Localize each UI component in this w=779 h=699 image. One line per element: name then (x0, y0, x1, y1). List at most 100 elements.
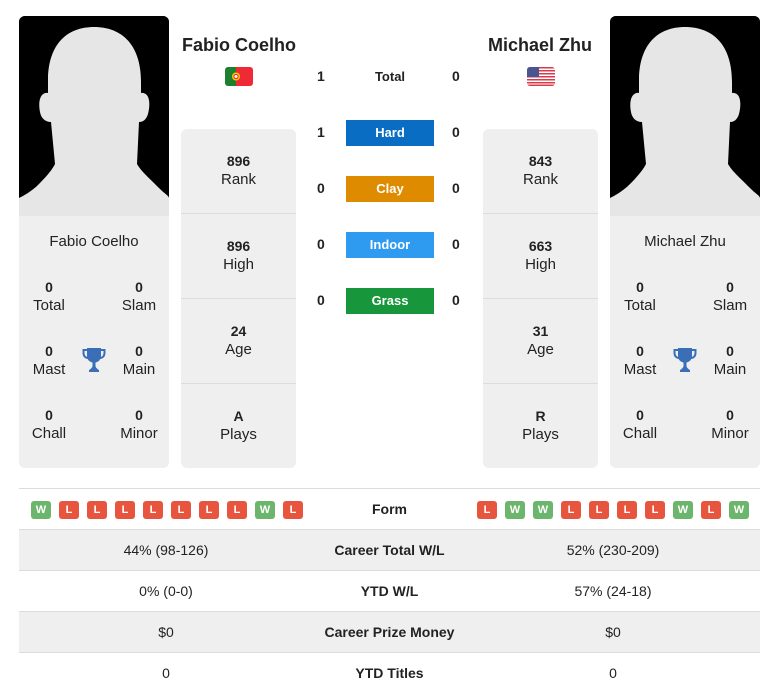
form-win-badge[interactable]: W (729, 501, 749, 519)
titles-chall-left: 0 Chall (19, 406, 79, 444)
form-loss-badge[interactable]: L (589, 501, 609, 519)
stat-high-left: 896 High (181, 214, 296, 299)
form-loss-badge[interactable]: L (199, 501, 219, 519)
titles-chall-label: Chall (622, 425, 658, 442)
form-loss-badge[interactable]: L (87, 501, 107, 519)
stat-rank-label: Rank (522, 171, 559, 188)
stats-card-right: 843 Rank 663 High 31 Age R Plays (483, 129, 598, 468)
career-wl-left: 44% (98-126) (123, 542, 209, 558)
player-name-right[interactable]: Michael Zhu (460, 35, 620, 56)
titles-minor-value: 0 (726, 407, 734, 423)
form-loss-badge[interactable]: L (645, 501, 665, 519)
form-loss-badge[interactable]: L (701, 501, 721, 519)
stat-high-value: 663 (528, 238, 553, 254)
h2h-indoor-left: 0 (317, 236, 325, 252)
stat-rank-label: Rank (220, 171, 257, 188)
ytd-wl-left: 0% (0-0) (139, 583, 193, 599)
titles-minor-value: 0 (135, 407, 143, 423)
table-row: 0 YTD Titles 0 (19, 652, 760, 693)
form-win-badge[interactable]: W (673, 501, 693, 519)
titles-slam-value: 0 (135, 279, 143, 295)
stat-rank-right: 843 Rank (483, 129, 598, 214)
titles-total-label: Total (33, 297, 65, 314)
form-win-badge[interactable]: W (255, 501, 275, 519)
form-loss-badge[interactable]: L (561, 501, 581, 519)
usa-flag-icon (527, 67, 555, 86)
titles-mast-left: 0 Mast (19, 342, 79, 380)
form-loss-badge[interactable]: L (171, 501, 191, 519)
ytd-wl-label: YTD W/L (360, 583, 419, 599)
table-row: $0 Career Prize Money $0 (19, 611, 760, 652)
titles-slam-left: 0 Slam (109, 278, 169, 316)
h2h-hard-right: 0 (452, 124, 460, 140)
titles-minor-right: 0 Minor (700, 406, 760, 444)
h2h-clay-left: 0 (317, 180, 325, 196)
stat-age-value: 31 (532, 323, 549, 339)
h2h-clay-right: 0 (452, 180, 460, 196)
titles-total-value: 0 (636, 279, 644, 295)
h2h-grass-left: 0 (317, 292, 325, 308)
silhouette-icon (610, 16, 760, 216)
form-loss-badge[interactable]: L (477, 501, 497, 519)
ytd-titles-left: 0 (162, 665, 170, 681)
stat-rank-value: 896 (226, 153, 251, 169)
titles-slam-label: Slam (121, 297, 157, 314)
player-photo-right (610, 16, 760, 216)
career-wl-label: Career Total W/L (334, 542, 445, 558)
form-loss-badge[interactable]: L (283, 501, 303, 519)
comparison-table: WLLLLLLLWL Form LWWLLLLWLW 44% (98-126) … (19, 488, 760, 693)
form-win-badge[interactable]: W (505, 501, 525, 519)
titles-main-label: Main (713, 361, 747, 378)
titles-chall-right: 0 Chall (610, 406, 670, 444)
form-loss-badge[interactable]: L (143, 501, 163, 519)
h2h-indoor-right: 0 (452, 236, 460, 252)
form-win-badge[interactable]: W (31, 501, 51, 519)
table-row: 44% (98-126) Career Total W/L 52% (230-2… (19, 529, 760, 570)
titles-minor-label: Minor (711, 425, 749, 442)
form-row: WLLLLLLLWL Form LWWLLLLWLW (19, 488, 760, 529)
titles-main-value: 0 (726, 343, 734, 359)
form-loss-badge[interactable]: L (617, 501, 637, 519)
h2h-indoor-row: 0 Indoor 0 (305, 232, 475, 258)
titles-mast-right: 0 Mast (610, 342, 670, 380)
form-loss-badge[interactable]: L (115, 501, 135, 519)
stat-plays-label: Plays (522, 426, 559, 443)
titles-main-left: 0 Main (109, 342, 169, 380)
stat-age-value: 24 (230, 323, 247, 339)
form-label: Form (372, 501, 407, 517)
titles-main-right: 0 Main (700, 342, 760, 380)
h2h-hard-left: 1 (317, 124, 325, 140)
stat-plays-right: R Plays (483, 384, 598, 469)
form-loss-badge[interactable]: L (59, 501, 79, 519)
h2h-clay-row: 0 Clay 0 (305, 176, 475, 202)
surface-hard-badge[interactable]: Hard (346, 120, 434, 146)
titles-total-label: Total (624, 297, 656, 314)
titles-total-value: 0 (45, 279, 53, 295)
form-loss-badge[interactable]: L (227, 501, 247, 519)
titles-chall-value: 0 (636, 407, 644, 423)
titles-total-left: 0 Total (19, 278, 79, 316)
silhouette-icon (19, 16, 169, 216)
titles-chall-label: Chall (31, 425, 67, 442)
h2h-total-left: 1 (317, 68, 325, 84)
trophy-icon (82, 348, 106, 372)
surface-clay-badge[interactable]: Clay (346, 176, 434, 202)
ytd-wl-right: 57% (24-18) (574, 583, 652, 599)
trophy-icon (673, 348, 697, 372)
titles-chall-value: 0 (45, 407, 53, 423)
stat-high-right: 663 High (483, 214, 598, 299)
form-badges-right: LWWLLLLWLW (477, 501, 749, 519)
stat-age-right: 31 Age (483, 299, 598, 384)
player-name-left[interactable]: Fabio Coelho (159, 35, 319, 56)
stat-plays-value: R (535, 408, 546, 424)
h2h-grass-right: 0 (452, 292, 460, 308)
surface-indoor-badge[interactable]: Indoor (346, 232, 434, 258)
stats-card-left: 896 Rank 896 High 24 Age A Plays (181, 129, 296, 468)
titles-card-right: Michael Zhu 0 Total 0 Slam 0 Mast 0 Main… (610, 216, 760, 468)
h2h-hard-row: 1 Hard 0 (305, 120, 475, 146)
stat-high-value: 896 (226, 238, 251, 254)
form-win-badge[interactable]: W (533, 501, 553, 519)
form-badges-left: WLLLLLLLWL (31, 501, 303, 519)
h2h-grass-row: 0 Grass 0 (305, 288, 475, 314)
surface-grass-badge[interactable]: Grass (346, 288, 434, 314)
